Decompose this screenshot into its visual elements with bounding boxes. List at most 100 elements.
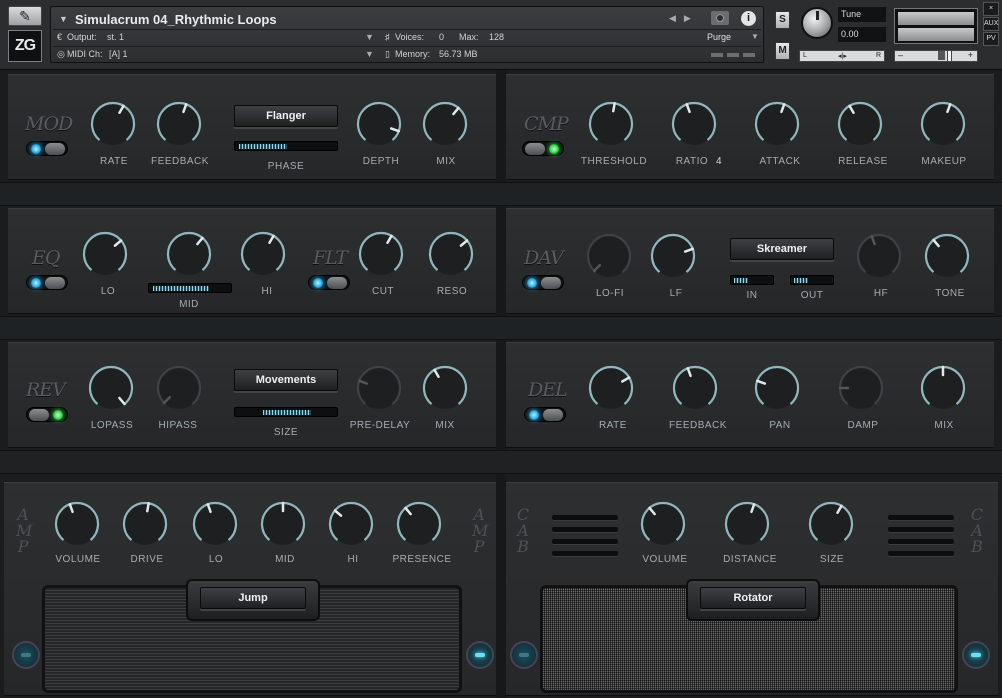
slider-fill xyxy=(794,278,808,283)
tune-knob[interactable] xyxy=(801,7,833,39)
eq-hi-label: HI xyxy=(261,286,273,297)
del-mix-knob[interactable] xyxy=(918,363,968,413)
cmp-attack-knob[interactable] xyxy=(752,99,802,149)
del-rate-knob[interactable] xyxy=(586,363,636,413)
tune-value[interactable]: 0.00 xyxy=(838,27,886,42)
mod-type-menu[interactable]: Flanger xyxy=(234,105,338,127)
del-pan-knob[interactable] xyxy=(752,363,802,413)
eq-mid-knob[interactable] xyxy=(164,229,214,279)
eq-lo-knob[interactable] xyxy=(80,229,130,279)
dav-in-slider[interactable] xyxy=(730,275,774,285)
amp-presence-knob[interactable] xyxy=(394,499,444,549)
pv-button[interactable]: PV xyxy=(983,32,999,46)
max-value[interactable]: 128 xyxy=(489,32,504,42)
volume-minus: – xyxy=(898,50,904,60)
divider xyxy=(53,29,761,30)
eq-title: EQ xyxy=(32,247,60,269)
cmp-makeup-knob[interactable] xyxy=(918,99,968,149)
instrument-logo: ZG xyxy=(8,30,42,62)
collapse-arrow-icon[interactable]: ▼ xyxy=(59,14,68,24)
rev-power-switch[interactable] xyxy=(26,407,68,422)
mod-led-icon xyxy=(31,144,41,154)
purge-dropdown-icon[interactable]: ▼ xyxy=(751,32,759,41)
dav-out-slider[interactable] xyxy=(790,275,834,285)
amp-mid-knob[interactable] xyxy=(258,499,308,549)
aux-button[interactable]: AUX xyxy=(983,17,999,31)
mute-button[interactable]: M xyxy=(775,42,790,60)
switch-nub xyxy=(541,277,561,289)
cab-letter: B xyxy=(971,537,983,556)
switch-nub xyxy=(45,277,65,289)
mod-power-switch[interactable] xyxy=(26,141,68,156)
cab-letter: B xyxy=(517,537,529,556)
mod-depth-knob[interactable] xyxy=(354,99,404,149)
eq-power-switch[interactable] xyxy=(26,275,68,290)
cab-left-toggle-icon[interactable] xyxy=(510,641,538,669)
slider-fill xyxy=(263,410,311,415)
amp-right-toggle-icon[interactable] xyxy=(466,641,494,669)
mod-phase-label: PHASE xyxy=(267,161,305,172)
del-feedback-knob[interactable] xyxy=(670,363,720,413)
amp-hi-knob[interactable] xyxy=(326,499,376,549)
volume-slider[interactable]: – + xyxy=(894,50,978,62)
del-mix-label: MIX xyxy=(934,420,954,431)
rev-hipass-knob[interactable] xyxy=(154,363,204,413)
cmp-attack-label: ATTACK xyxy=(759,156,801,167)
dav-tone-knob[interactable] xyxy=(922,231,972,281)
cmp-power-switch[interactable] xyxy=(522,141,564,156)
rev-predelay-knob[interactable] xyxy=(354,363,404,413)
mod-feedback-knob[interactable] xyxy=(154,99,204,149)
rev-type-menu[interactable]: Movements xyxy=(234,369,338,391)
mod-mix-knob[interactable] xyxy=(420,99,470,149)
rev-size-slider[interactable] xyxy=(234,407,338,417)
cmp-ratio-knob[interactable] xyxy=(669,99,719,149)
camera-icon[interactable] xyxy=(711,11,729,25)
dav-hf-knob[interactable] xyxy=(854,231,904,281)
dav-lofi-knob[interactable] xyxy=(584,231,634,281)
instrument-title[interactable]: Simulacrum 04_Rhythmic Loops xyxy=(75,12,277,27)
info-icon[interactable]: i xyxy=(741,11,756,26)
cab-size-knob[interactable] xyxy=(806,499,856,549)
solo-button[interactable]: S xyxy=(775,11,790,29)
eq-hi-knob[interactable] xyxy=(238,229,288,279)
cab-volume-knob[interactable] xyxy=(638,499,688,549)
del-damp-knob[interactable] xyxy=(836,363,886,413)
amp-volume-knob[interactable] xyxy=(52,499,102,549)
volume-handle[interactable] xyxy=(947,50,952,62)
wrench-icon[interactable]: ✎ xyxy=(8,6,42,26)
cab-distance-knob[interactable] xyxy=(722,499,772,549)
dav-power-switch[interactable] xyxy=(522,275,564,290)
slider-fill xyxy=(734,278,748,283)
mod-mix-label: MIX xyxy=(436,156,456,167)
pan-handle-icon[interactable]: ◂|▸ xyxy=(838,52,847,60)
flt-cut-knob[interactable] xyxy=(356,229,406,279)
amp-model-menu[interactable]: Jump xyxy=(200,587,306,609)
flt-reso-knob[interactable] xyxy=(426,229,476,279)
cab-right-toggle-icon[interactable] xyxy=(962,641,990,669)
instrument-nav-arrows[interactable]: ◀▶ xyxy=(669,13,699,24)
pan-right-label: R xyxy=(875,52,881,59)
midi-dropdown-icon[interactable]: ▼ xyxy=(365,49,374,59)
mod-phase-slider[interactable] xyxy=(234,141,338,151)
amp-left-toggle-icon[interactable] xyxy=(12,641,40,669)
rev-lopass-knob[interactable] xyxy=(86,363,136,413)
amp-lo-knob[interactable] xyxy=(190,499,240,549)
midi-value[interactable]: [A] 1 xyxy=(109,49,128,59)
cab-model-menu[interactable]: Rotator xyxy=(700,587,806,609)
amp-drive-knob[interactable] xyxy=(120,499,170,549)
close-icon[interactable]: × xyxy=(983,2,999,16)
output-value[interactable]: st. 1 xyxy=(107,32,124,42)
del-power-switch[interactable] xyxy=(524,407,566,422)
eq-mid-slider[interactable] xyxy=(148,283,232,293)
output-dropdown-icon[interactable]: ▼ xyxy=(365,32,374,42)
cmp-threshold-knob[interactable] xyxy=(586,99,636,149)
rev-mix-knob[interactable] xyxy=(420,363,470,413)
purge-menu[interactable]: Purge xyxy=(707,32,731,42)
pan-slider[interactable]: L ◂|▸ R xyxy=(799,50,885,62)
mod-rate-knob[interactable] xyxy=(88,99,138,149)
dav-type-menu[interactable]: Skreamer xyxy=(730,238,834,260)
del-pan-label: PAN xyxy=(769,420,791,431)
cmp-release-knob[interactable] xyxy=(835,99,885,149)
rev-mix-label: MIX xyxy=(435,420,455,431)
dav-lf-knob[interactable] xyxy=(648,231,698,281)
